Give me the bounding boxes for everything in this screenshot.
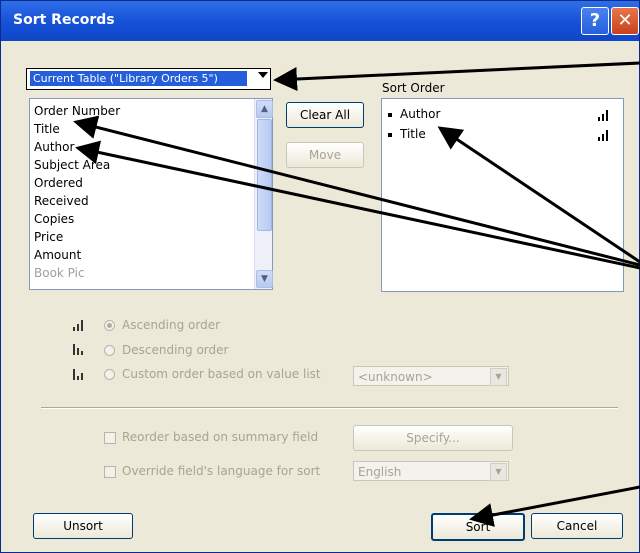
title-bar[interactable]: Sort Records ? ✕ [1, 1, 639, 41]
override-language-checkbox[interactable] [104, 466, 116, 478]
clear-all-button[interactable]: Clear All [286, 102, 364, 128]
sort-item-label: Title [400, 127, 426, 141]
ascending-radio[interactable] [104, 320, 115, 331]
value-list-value: <unknown> [358, 370, 433, 384]
descending-order-label: Descending order [122, 343, 229, 357]
fields-list[interactable]: Order Number Title Author Subject Area O… [29, 98, 273, 290]
reorder-checkbox[interactable] [104, 432, 116, 444]
scroll-up-icon[interactable]: ▲ [256, 100, 273, 118]
ascending-bars-icon [598, 129, 611, 141]
sort-button[interactable]: Sort [431, 513, 525, 541]
sort-item-label: Author [400, 107, 441, 121]
ascending-bars-icon [598, 109, 611, 121]
list-item[interactable]: Amount [34, 246, 81, 264]
sort-order-list[interactable]: Author Title [381, 98, 624, 292]
chevron-down-icon[interactable]: ▼ [490, 463, 507, 481]
list-item[interactable]: Ordered [34, 174, 83, 192]
sort-order-item[interactable]: Title [388, 125, 426, 143]
separator [41, 407, 618, 409]
scroll-down-icon[interactable]: ▼ [256, 270, 273, 288]
list-item[interactable]: Author [34, 138, 74, 156]
override-language-label: Override field's language for sort [122, 464, 321, 478]
table-popup[interactable]: Current Table ("Library Orders 5") [26, 68, 271, 90]
window-title: Sort Records [13, 12, 115, 28]
sort-order-item[interactable]: Author [388, 105, 440, 123]
list-item[interactable]: Book Pic [34, 264, 85, 282]
language-select[interactable]: English ▼ [353, 461, 509, 481]
ascending-order-icon [73, 319, 86, 331]
bullet-icon [388, 132, 392, 137]
list-item[interactable]: Price [34, 228, 63, 246]
chevron-down-icon [258, 72, 268, 78]
custom-order-icon [73, 368, 86, 380]
help-button[interactable]: ? [581, 7, 609, 35]
table-popup-value: Current Table ("Library Orders 5") [30, 71, 247, 86]
fields-scrollbar[interactable]: ▲ ▼ [254, 99, 273, 289]
chevron-down-icon[interactable]: ▼ [490, 368, 507, 386]
custom-order-radio[interactable] [104, 369, 115, 380]
scroll-thumb[interactable] [257, 119, 272, 231]
cancel-button[interactable]: Cancel [531, 513, 623, 539]
list-item[interactable]: Copies [34, 210, 74, 228]
custom-order-label: Custom order based on value list [122, 367, 321, 381]
specify-button[interactable]: Specify... [353, 425, 513, 451]
list-item[interactable]: Order Number [34, 102, 120, 120]
value-list-select[interactable]: <unknown> ▼ [353, 366, 509, 386]
list-item[interactable]: Subject Area [34, 156, 110, 174]
close-button[interactable]: ✕ [611, 7, 639, 35]
reorder-label: Reorder based on summary field [122, 430, 319, 444]
sort-records-dialog: Sort Records ? ✕ Current Table ("Library… [0, 0, 640, 553]
descending-radio[interactable] [104, 345, 115, 356]
list-item[interactable]: Title [34, 120, 60, 138]
bullet-icon [388, 112, 392, 117]
descending-order-icon [73, 343, 86, 355]
ascending-order-label: Ascending order [122, 318, 221, 332]
sort-order-label: Sort Order [382, 81, 445, 95]
move-button[interactable]: Move [286, 142, 364, 168]
list-item[interactable]: Received [34, 192, 89, 210]
unsort-button[interactable]: Unsort [33, 513, 133, 539]
language-value: English [358, 465, 402, 479]
